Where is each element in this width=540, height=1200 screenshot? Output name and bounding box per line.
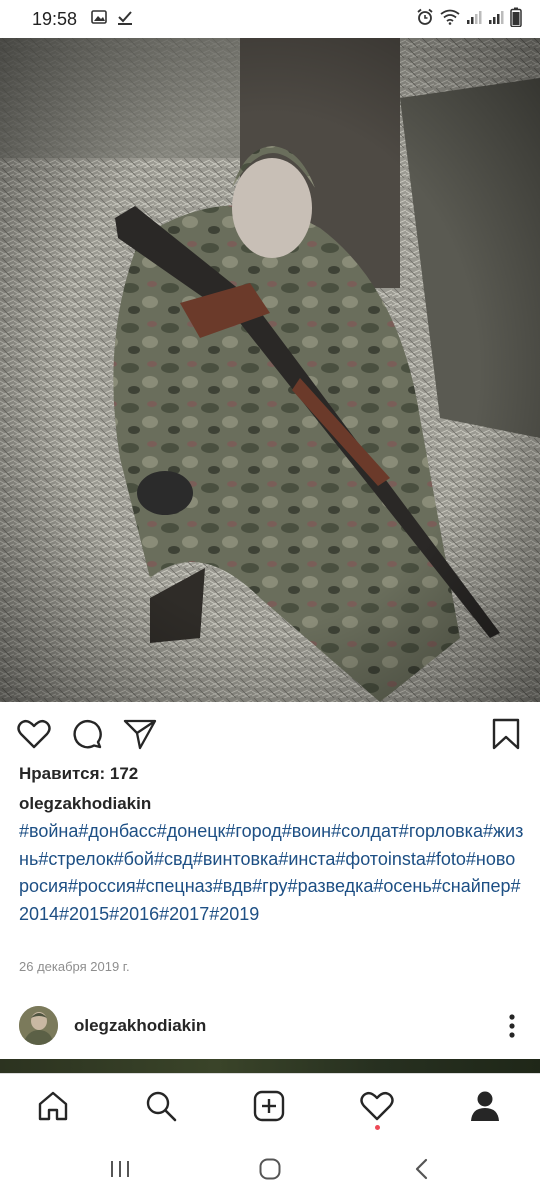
notification-dot	[375, 1125, 380, 1130]
signal-icon	[488, 9, 504, 30]
next-post-author[interactable]: olegzakhodiakin	[74, 1016, 206, 1036]
search-icon[interactable]	[143, 1088, 179, 1124]
bottom-navigation	[0, 1073, 540, 1137]
post-author[interactable]: olegzakhodiakin	[19, 794, 151, 814]
signal-icon	[466, 9, 482, 30]
battery-icon	[510, 7, 522, 32]
next-post-header: olegzakhodiakin	[0, 1002, 540, 1050]
system-navigation	[0, 1137, 540, 1200]
gallery-icon	[91, 9, 107, 29]
status-time: 19:58	[32, 8, 78, 29]
activity-heart-icon[interactable]	[359, 1088, 395, 1124]
post-actions	[0, 712, 540, 756]
comment-icon[interactable]	[69, 716, 105, 752]
next-post-photo-preview[interactable]	[0, 1059, 540, 1073]
likes-count[interactable]: Нравится: 172	[19, 764, 138, 784]
download-done-icon	[117, 9, 133, 30]
wifi-icon	[440, 9, 460, 30]
post-caption-hashtags[interactable]: #война#донбасс#донецк#город#воин#солдат#…	[19, 818, 524, 928]
back-icon[interactable]	[406, 1153, 438, 1185]
likes-number: 172	[109, 764, 139, 783]
bookmark-icon[interactable]	[488, 716, 524, 752]
alarm-icon	[416, 8, 434, 31]
avatar[interactable]	[19, 1006, 58, 1045]
post-date: 26 декабря 2019 г.	[19, 959, 130, 974]
share-icon[interactable]	[122, 716, 158, 752]
likes-label: Нравится:	[19, 764, 106, 783]
add-post-icon[interactable]	[251, 1088, 287, 1124]
more-options-icon[interactable]	[504, 1012, 520, 1040]
status-bar: 19:58	[0, 0, 540, 38]
home-button-icon[interactable]	[254, 1153, 286, 1185]
recent-apps-icon[interactable]	[104, 1153, 136, 1185]
home-icon[interactable]	[35, 1088, 71, 1124]
profile-icon[interactable]	[467, 1088, 503, 1124]
heart-icon[interactable]	[16, 716, 52, 752]
post-photo[interactable]	[0, 38, 540, 702]
